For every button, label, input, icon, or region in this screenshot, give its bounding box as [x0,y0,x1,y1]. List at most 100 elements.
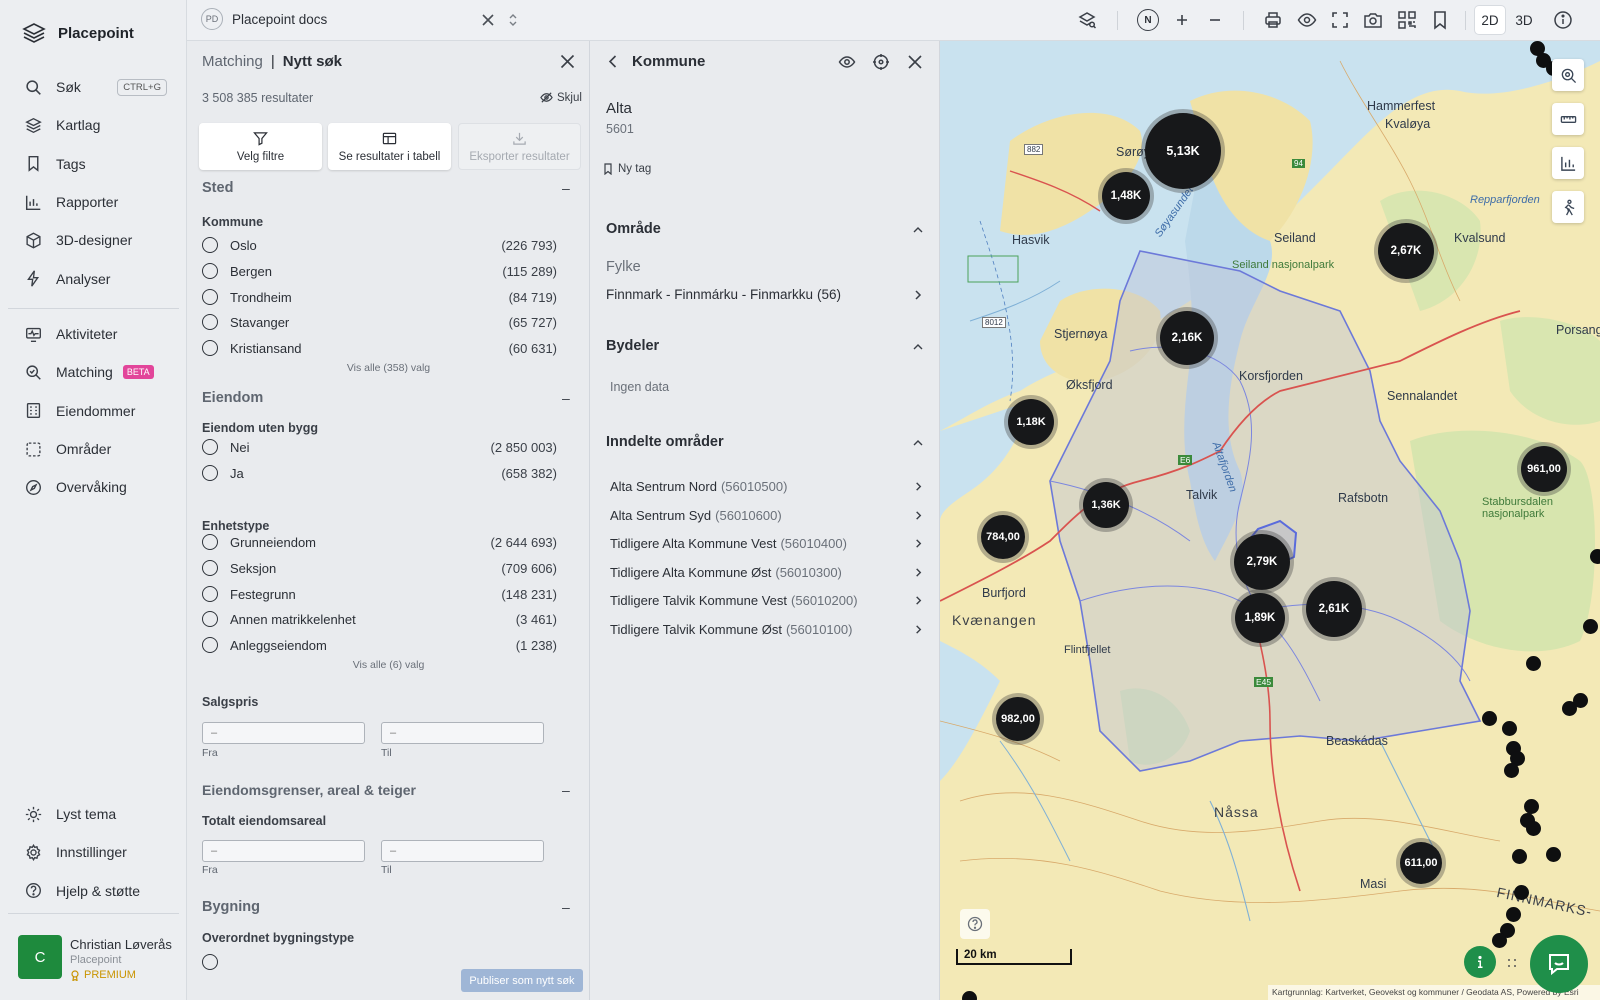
sidebar-item-kartlag[interactable]: Kartlag [0,106,187,144]
sidebar-item-aktiviteter[interactable]: Aktiviteter [0,315,187,353]
info-circle-icon[interactable] [1553,10,1573,30]
chevron-up-icon[interactable] [912,224,924,236]
sidebar-item-eiendommer[interactable]: Eiendommer [0,392,187,430]
radio-button[interactable] [202,340,218,356]
grip-dots-icon[interactable] [1506,957,1518,969]
eye-icon[interactable] [838,53,856,71]
cluster-marker[interactable]: 1,36K [1083,482,1129,528]
omrade-section-title[interactable]: Område [606,221,661,237]
option-seksjon[interactable]: Seksjon (709 606) [202,557,557,579]
print-icon[interactable] [1263,10,1283,30]
view-table-button[interactable]: Se resultater i tabell [328,123,451,170]
list-item[interactable]: Tidligere Alta Kommune Vest (56010400) [610,536,924,551]
section-sted-title[interactable]: Sted [202,180,233,196]
option-festegrunn[interactable]: Festegrunn (148 231) [202,583,557,605]
list-item[interactable]: Tidligere Alta Kommune Øst (56010300) [610,565,924,580]
collapse-sted-button[interactable]: – [562,180,570,196]
option-nei[interactable]: Nei (2 850 003) [202,436,557,458]
collapse-eiendom-button[interactable]: – [562,390,570,406]
show-all-kommune-link[interactable]: Vis alle (358) valg [187,362,589,374]
list-item[interactable]: Tidligere Talvik Kommune Vest (56010200) [610,593,924,608]
view-3d-toggle[interactable]: 3D [1509,6,1539,34]
close-icon[interactable] [560,54,575,69]
point-marker[interactable] [1546,847,1561,862]
sidebar-item-hjelp[interactable]: Hjelp & støtte [0,872,187,910]
choose-filters-button[interactable]: Velg filtre [199,123,322,170]
user-profile[interactable]: C Christian Løverås Placepoint PREMIUM [18,935,172,981]
hide-button[interactable]: Skjul [540,91,582,104]
collapse-grenser-button[interactable]: – [562,782,570,798]
cluster-marker[interactable]: 2,61K [1306,581,1362,637]
bydeler-section-title[interactable]: Bydeler [606,338,659,354]
view-2d-toggle[interactable]: 2D [1475,6,1505,34]
chevron-up-icon[interactable] [912,341,924,353]
sidebar-item-3d-designer[interactable]: 3D-designer [0,221,187,259]
new-tag-button[interactable]: Ny tag [602,163,651,175]
zoom-in-icon[interactable] [1172,10,1192,30]
point-marker[interactable] [1506,907,1521,922]
section-grenser-title[interactable]: Eiendomsgrenser, areal & teiger [202,782,416,798]
sidebar-item-overvaking[interactable]: Overvåking [0,468,187,506]
eye-icon[interactable] [1297,10,1317,30]
cluster-marker[interactable]: 5,13K [1145,113,1221,189]
map-tool-walk-analysis[interactable] [1552,191,1584,223]
sort-chevrons-icon[interactable] [507,13,519,27]
close-tab-icon[interactable] [481,13,495,27]
radio-button[interactable] [202,560,218,576]
map-tool-measure[interactable] [1552,103,1584,135]
section-bygning-title[interactable]: Bygning [202,899,260,915]
radio-button[interactable] [202,611,218,627]
sidebar-item-analyser[interactable]: Analyser [0,259,187,297]
point-marker[interactable] [1526,656,1541,671]
point-marker[interactable] [1590,549,1600,564]
cluster-marker[interactable]: 1,18K [1008,399,1054,445]
sidebar-item-tags[interactable]: Tags [0,145,187,183]
show-all-enhetstype-link[interactable]: Vis alle (6) valg [187,659,589,671]
sidebar-item-innstillinger[interactable]: Innstillinger [0,833,187,871]
option-ja[interactable]: Ja (658 382) [202,462,557,484]
list-item[interactable]: Tidligere Talvik Kommune Øst (56010100) [610,622,924,637]
areal-to-input[interactable] [381,840,544,862]
option-bergen[interactable]: Bergen (115 289) [202,260,557,282]
option-anleggseiendom[interactable]: Anleggseiendom (1 238) [202,634,557,656]
cluster-marker[interactable]: 2,79K [1234,534,1290,590]
qr-code-icon[interactable] [1397,10,1417,30]
cluster-marker[interactable]: 982,00 [996,697,1040,741]
radio-button[interactable] [202,586,218,602]
fylke-row[interactable]: Finnmark - Finnmárku - Finmarkku (56) [606,287,924,302]
cluster-marker[interactable]: 784,00 [981,515,1025,559]
export-results-button[interactable]: Eksporter resultater [458,123,581,170]
info-button[interactable] [1464,946,1496,978]
chat-support-button[interactable] [1530,935,1588,993]
list-item[interactable]: Alta Sentrum Nord (56010500) [610,479,924,494]
point-marker[interactable] [1514,885,1529,900]
areal-from-input[interactable] [202,840,365,862]
radio-button[interactable] [202,237,218,253]
collapse-bygning-button[interactable]: – [562,899,570,915]
inndelte-section-title[interactable]: Inndelte områder [606,434,724,450]
point-marker[interactable] [1583,619,1598,634]
map-help-button[interactable] [960,909,990,939]
option-stavanger[interactable]: Stavanger (65 727) [202,311,557,333]
point-marker[interactable] [1573,693,1588,708]
fullscreen-icon[interactable] [1330,10,1350,30]
radio-button-partial[interactable] [202,954,218,970]
point-marker[interactable] [1502,721,1517,736]
radio-button[interactable] [202,314,218,330]
cluster-marker[interactable]: 611,00 [1400,842,1442,884]
sidebar-item-sok[interactable]: Søk CTRL+G [0,68,187,106]
point-marker[interactable] [962,991,977,1000]
cluster-marker[interactable]: 2,16K [1160,311,1214,365]
option-grunneiendom[interactable]: Grunneiendom (2 644 693) [202,531,557,553]
salgspris-from-input[interactable] [202,722,365,744]
brand[interactable]: Placepoint [22,22,134,44]
list-item[interactable]: Alta Sentrum Syd (56010600) [610,508,924,523]
point-marker[interactable] [1524,799,1539,814]
salgspris-to-input[interactable] [381,722,544,744]
point-marker[interactable] [1512,849,1527,864]
sidebar-item-omrader[interactable]: Områder [0,430,187,468]
layers-search-icon[interactable] [1077,10,1097,30]
camera-icon[interactable] [1363,10,1383,30]
radio-button[interactable] [202,534,218,550]
locate-crosshair-icon[interactable] [872,53,890,71]
